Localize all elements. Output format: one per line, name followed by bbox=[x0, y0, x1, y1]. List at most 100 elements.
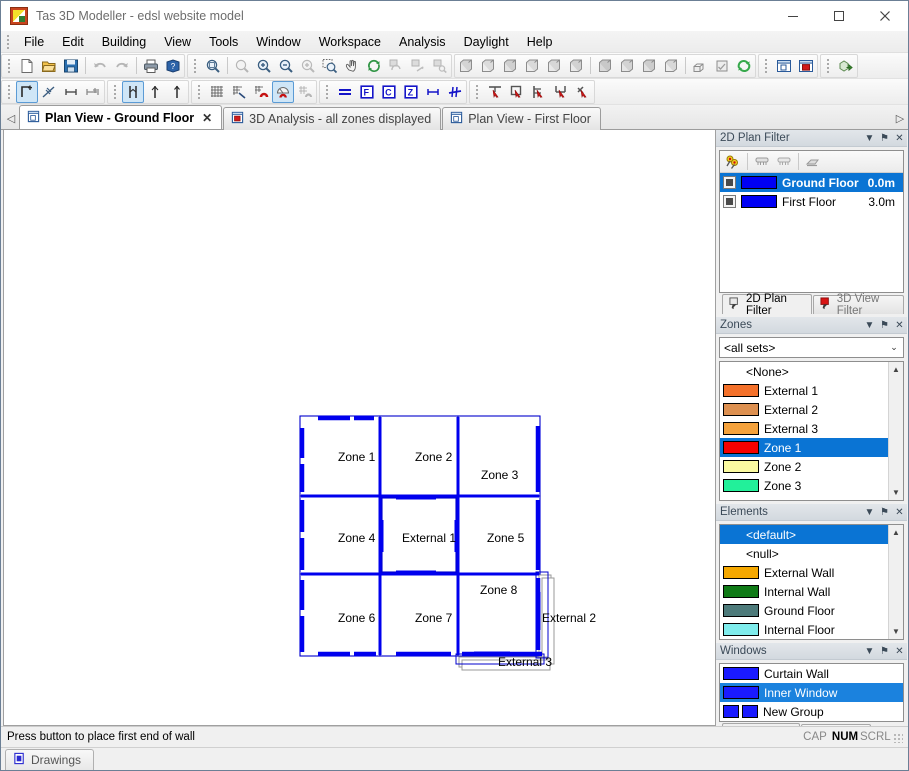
toolbar-gripper-icon[interactable] bbox=[762, 58, 771, 74]
panel-pin-icon[interactable]: ⚑ bbox=[877, 131, 892, 146]
panel-pin-icon[interactable]: ⚑ bbox=[877, 318, 892, 333]
element-row-null[interactable]: <null> bbox=[720, 544, 903, 563]
tab-plan-view-ground-floor[interactable]: Plan View - Ground Floor ✕ bbox=[19, 105, 222, 129]
element-row-ground-floor[interactable]: Ground Floor bbox=[720, 601, 903, 620]
pick-left-icon[interactable] bbox=[528, 81, 550, 103]
storey-visibility-checkbox[interactable] bbox=[723, 176, 736, 189]
print-preview-icon[interactable]: ? bbox=[162, 55, 184, 77]
toolbar-gripper-icon[interactable] bbox=[111, 84, 120, 100]
menu-file[interactable]: File bbox=[15, 32, 53, 52]
box-view-6-icon[interactable] bbox=[565, 55, 587, 77]
box-iso-1-icon[interactable] bbox=[594, 55, 616, 77]
close-button[interactable] bbox=[862, 1, 908, 31]
box-view-5-icon[interactable] bbox=[543, 55, 565, 77]
panel-menu-icon[interactable]: ▼ bbox=[862, 644, 877, 659]
zone-row-zone-3[interactable]: Zone 3 bbox=[720, 476, 903, 495]
pick-box-icon[interactable] bbox=[506, 81, 528, 103]
show-all-storeys-icon[interactable] bbox=[751, 151, 773, 173]
zoom-in-icon[interactable] bbox=[253, 55, 275, 77]
tab-3d-analysis[interactable]: 3D Analysis - all zones displayed bbox=[223, 107, 441, 130]
3d-window-icon[interactable] bbox=[795, 55, 817, 77]
grid-icon[interactable] bbox=[206, 81, 228, 103]
snap-ortho-icon[interactable] bbox=[294, 81, 316, 103]
elements-list[interactable]: <default> <null> External Wall Internal … bbox=[719, 524, 904, 640]
box-view-3-icon[interactable] bbox=[499, 55, 521, 77]
plan-window-icon[interactable] bbox=[773, 55, 795, 77]
panel-pin-icon[interactable]: ⚑ bbox=[877, 644, 892, 659]
pick-corner-icon[interactable] bbox=[550, 81, 572, 103]
grid-snap-icon[interactable] bbox=[228, 81, 250, 103]
scroll-down-icon[interactable]: ▼ bbox=[889, 624, 903, 639]
panel-close-icon[interactable]: ✕ bbox=[892, 318, 907, 333]
zone-label-icon[interactable]: Z bbox=[400, 81, 422, 103]
resize-grip-icon[interactable] bbox=[890, 730, 904, 744]
elements-scrollbar[interactable]: ▲ ▼ bbox=[888, 525, 903, 639]
extend-wall-icon[interactable] bbox=[60, 81, 82, 103]
toolbar-gripper-icon[interactable] bbox=[191, 58, 200, 74]
new-document-icon[interactable] bbox=[16, 55, 38, 77]
rotate-view-icon[interactable] bbox=[385, 55, 407, 77]
toolbar-gripper-icon[interactable] bbox=[195, 84, 204, 100]
menu-building[interactable]: Building bbox=[93, 32, 155, 52]
zoom-window-icon[interactable] bbox=[202, 55, 224, 77]
toolbar-gripper-icon[interactable] bbox=[5, 84, 14, 100]
zoom-extents-icon[interactable] bbox=[297, 55, 319, 77]
zoom-region-icon[interactable] bbox=[319, 55, 341, 77]
panel-pin-icon[interactable]: ⚑ bbox=[877, 505, 892, 520]
pick-top-icon[interactable] bbox=[484, 81, 506, 103]
tab-close-icon[interactable]: ✕ bbox=[202, 111, 212, 125]
add-node-icon[interactable] bbox=[82, 81, 104, 103]
tab-drawings[interactable]: Drawings bbox=[5, 749, 94, 770]
window-row-inner-window[interactable]: Inner Window bbox=[720, 683, 903, 702]
windows-list[interactable]: Curtain Wall Inner Window New Group bbox=[719, 663, 904, 722]
toolbar-gripper-icon[interactable] bbox=[5, 58, 14, 74]
zone-row-zone-1[interactable]: Zone 1 bbox=[720, 438, 903, 457]
toolbar-gripper-icon[interactable] bbox=[824, 58, 833, 74]
storey-row-ground-floor[interactable]: Ground Floor 0.0m bbox=[720, 173, 903, 192]
tab-scroll-left-icon[interactable]: ◁ bbox=[3, 107, 19, 129]
floor-label-icon[interactable]: F bbox=[356, 81, 378, 103]
select-point-icon[interactable] bbox=[166, 81, 188, 103]
zoom-out-icon[interactable] bbox=[275, 55, 297, 77]
pick-cross-icon[interactable] bbox=[572, 81, 594, 103]
storey-list[interactable]: Ground Floor 0.0m First Floor 3.0m bbox=[719, 150, 904, 293]
zone-row-zone-2[interactable]: Zone 2 bbox=[720, 457, 903, 476]
zone-row-none[interactable]: <None> bbox=[720, 362, 903, 381]
zones-list[interactable]: <None> External 1 External 2 Extern bbox=[719, 361, 904, 501]
panel-close-icon[interactable]: ✕ bbox=[892, 505, 907, 520]
extrude-icon[interactable] bbox=[689, 55, 711, 77]
menu-gripper-icon[interactable] bbox=[4, 34, 13, 50]
draw-wall-icon[interactable] bbox=[16, 81, 38, 103]
panel-menu-icon[interactable]: ▼ bbox=[862, 318, 877, 333]
refresh-green-icon[interactable] bbox=[733, 55, 755, 77]
toolbar-gripper-icon[interactable] bbox=[473, 84, 482, 100]
box-iso-4-icon[interactable] bbox=[660, 55, 682, 77]
scroll-down-icon[interactable]: ▼ bbox=[889, 485, 903, 500]
panel-close-icon[interactable]: ✕ bbox=[892, 644, 907, 659]
move-view-icon[interactable] bbox=[407, 55, 429, 77]
box-view-1-icon[interactable] bbox=[455, 55, 477, 77]
chevron-down-icon[interactable]: ⌄ bbox=[885, 342, 903, 353]
snap-angle-icon[interactable] bbox=[272, 81, 294, 103]
element-row-internal-wall[interactable]: Internal Wall bbox=[720, 582, 903, 601]
save-disk-icon[interactable] bbox=[60, 55, 82, 77]
zone-row-external-2[interactable]: External 2 bbox=[720, 400, 903, 419]
parallel-lines-icon[interactable] bbox=[334, 81, 356, 103]
maximize-button[interactable] bbox=[816, 1, 862, 31]
tab-scroll-right-icon[interactable]: ▷ bbox=[892, 107, 908, 129]
menu-workspace[interactable]: Workspace bbox=[310, 32, 390, 52]
box-iso-3-icon[interactable] bbox=[638, 55, 660, 77]
tab-plan-view-first-floor[interactable]: Plan View - First Floor bbox=[442, 107, 601, 130]
export-package-icon[interactable] bbox=[835, 55, 857, 77]
pan-hand-icon[interactable] bbox=[341, 55, 363, 77]
select-node-icon[interactable] bbox=[144, 81, 166, 103]
toolbar-gripper-icon[interactable] bbox=[323, 84, 332, 100]
tab-3d-view-filter[interactable]: 3D View Filter bbox=[813, 295, 904, 314]
panel-menu-icon[interactable]: ▼ bbox=[862, 505, 877, 520]
redo-arrow-icon[interactable] bbox=[111, 55, 133, 77]
minimize-button[interactable] bbox=[770, 1, 816, 31]
zones-scrollbar[interactable]: ▲ ▼ bbox=[888, 362, 903, 500]
rotate-icon[interactable] bbox=[363, 55, 385, 77]
box-view-4-icon[interactable] bbox=[521, 55, 543, 77]
storey-row-first-floor[interactable]: First Floor 3.0m bbox=[720, 192, 903, 211]
